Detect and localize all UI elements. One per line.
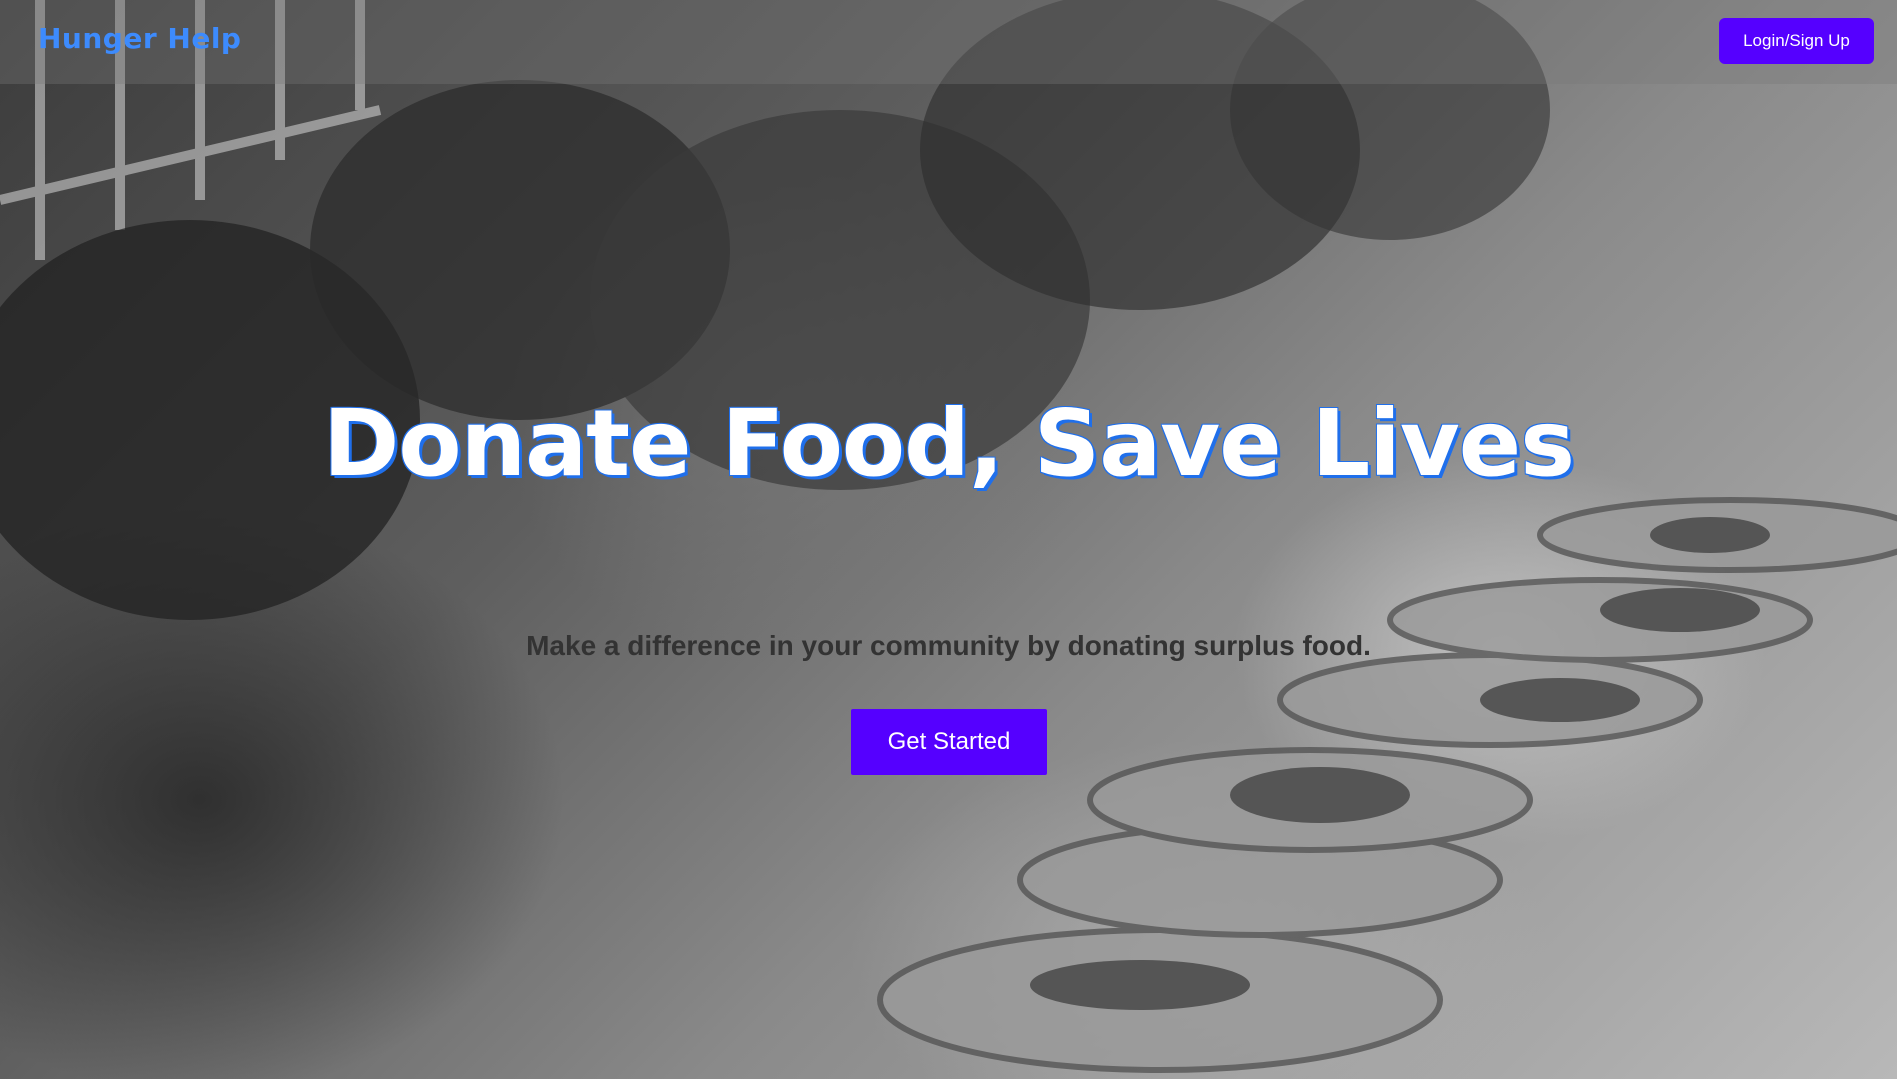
hero-subtitle: Make a difference in your community by d… <box>526 630 1371 661</box>
hero-section: Donate Food, Save Lives Make a differenc… <box>0 390 1897 775</box>
hero-headline: Donate Food, Save Lives <box>323 390 1575 497</box>
hero-background-image <box>0 0 1897 1079</box>
photo-placeholder-shapes <box>0 0 1897 1073</box>
navbar: Hunger Help Login/Sign Up <box>0 0 1897 84</box>
brand-logo[interactable]: Hunger Help <box>38 22 241 55</box>
get-started-button[interactable]: Get Started <box>851 709 1047 775</box>
login-signup-button[interactable]: Login/Sign Up <box>1719 18 1874 64</box>
